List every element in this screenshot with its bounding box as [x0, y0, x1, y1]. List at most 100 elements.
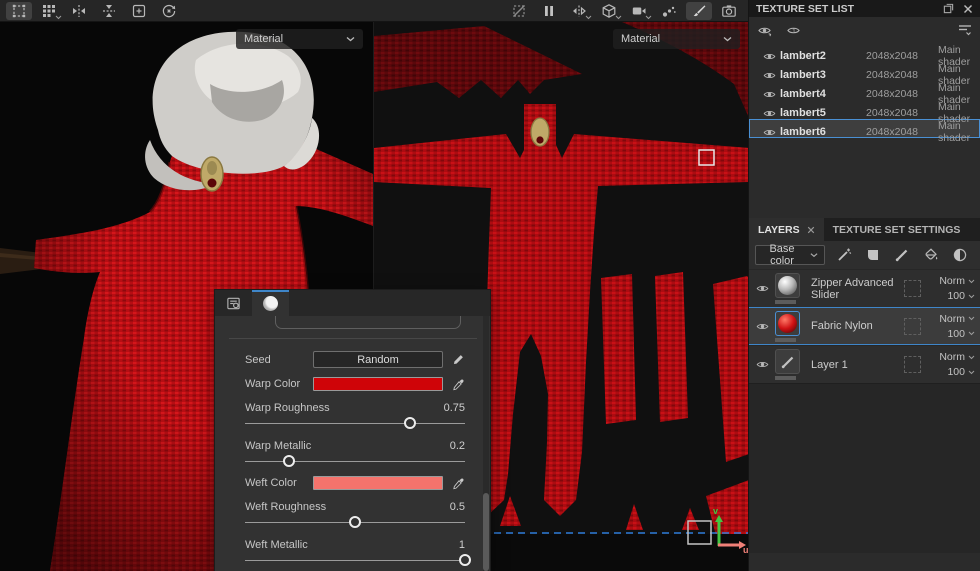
opacity-dropdown[interactable]: 100 [947, 290, 975, 302]
chevron-down-icon [585, 15, 592, 20]
bucket-fill-icon[interactable] [923, 247, 939, 263]
param-label: Weft Metallic [245, 539, 308, 551]
eye-icon[interactable] [758, 69, 780, 82]
texture-set-row-lambert4[interactable]: lambert4 2048x2048 Main shader [749, 81, 980, 106]
edit-pencil-icon[interactable] [443, 353, 465, 366]
warp-roughness-slider-handle[interactable] [404, 417, 416, 429]
refresh-visibility-icon[interactable] [757, 24, 772, 37]
paint-layer-icon[interactable] [894, 247, 910, 263]
seed-button[interactable]: Random [313, 351, 443, 368]
layer-content-bar [775, 337, 796, 342]
list-filter-icon[interactable] [958, 24, 972, 36]
layer-mask-slot[interactable] [904, 317, 921, 335]
solo-visibility-icon[interactable]: 1 [786, 24, 801, 37]
particle-brush-button[interactable] [656, 2, 682, 20]
adjustment-mask-icon[interactable] [952, 247, 968, 263]
symmetry-button[interactable] [566, 2, 592, 20]
warp-color-swatch[interactable] [313, 377, 443, 391]
material-mode-dropdown-2d[interactable]: Material [613, 29, 740, 49]
blend-mode-dropdown[interactable]: Norm [939, 275, 975, 287]
param-value: 1 [458, 539, 465, 551]
close-panel-icon[interactable] [963, 4, 973, 14]
blend-mode-dropdown[interactable]: Norm [939, 351, 975, 363]
eye-icon[interactable] [758, 50, 780, 63]
tiling-grid-button[interactable] [36, 2, 62, 20]
texture-set-resolution: 2048x2048 [866, 88, 918, 100]
properties-scrollbar[interactable] [483, 316, 489, 571]
texture-set-row-lambert6[interactable]: lambert6 2048x2048 Main shader [749, 119, 980, 144]
eye-icon[interactable] [758, 107, 780, 120]
scrollbar-thumb[interactable] [483, 493, 489, 571]
texture-set-list-title: TEXTURE SET LIST [756, 2, 855, 15]
eyedropper-icon[interactable] [443, 378, 465, 391]
material-mode-dropdown[interactable]: Material [236, 29, 363, 49]
eye-icon[interactable] [755, 282, 770, 295]
param-label: Warp Metallic [245, 440, 312, 452]
layer-thumbnail-sphere-red [775, 310, 800, 336]
eye-icon[interactable] [755, 358, 770, 371]
layer-mask-slot[interactable] [904, 280, 921, 297]
texture-set-shader: Main shader [938, 120, 971, 144]
texture-set-name: lambert6 [780, 126, 826, 138]
pause-icon [541, 3, 557, 19]
reset-rotation-button[interactable] [156, 2, 182, 20]
texture-set-row-lambert5[interactable]: lambert5 2048x2048 Main shader [749, 100, 980, 125]
material-sphere-icon [263, 295, 278, 311]
pause-button[interactable] [536, 2, 562, 20]
opacity-dropdown[interactable]: 100 [947, 366, 975, 378]
layer-row-layer-1[interactable]: Layer 1 Norm 100 [749, 345, 980, 383]
texture-set-resolution: 2048x2048 [866, 126, 918, 138]
texture-set-row-lambert3[interactable]: lambert3 2048x2048 Main shader [749, 62, 980, 87]
slider-track[interactable] [245, 423, 465, 424]
eye-icon[interactable] [758, 126, 780, 139]
eye-icon[interactable] [755, 320, 770, 333]
tab-material-sphere[interactable] [252, 290, 289, 316]
texture-set-resolution: 2048x2048 [866, 107, 918, 119]
tab-texture-set-settings[interactable]: TEXTURE SET SETTINGS [824, 218, 970, 241]
selection-disabled-button[interactable] [506, 2, 532, 20]
marquee-select-button[interactable] [6, 1, 32, 20]
material-mode-label: Material [244, 33, 284, 45]
slider-track[interactable] [245, 560, 465, 561]
tab-layers[interactable]: LAYERS [749, 218, 824, 241]
chevron-down-icon [810, 252, 818, 258]
mirror-vertical-button[interactable] [96, 2, 122, 20]
texturing-app-window: Material v u Material Seed Random Warp C… [0, 0, 980, 571]
uv-zipper [530, 117, 550, 147]
weft-metallic-slider-handle[interactable] [459, 554, 471, 566]
mirror-vertical-icon [101, 3, 117, 19]
param-row-warp-roughness: Warp Roughness 0.75 [245, 400, 465, 431]
paint-brush-button[interactable] [686, 1, 712, 20]
param-row-weft-roughness: Weft Roughness 0.5 [245, 499, 465, 530]
weft-roughness-slider-handle[interactable] [349, 516, 361, 528]
camera-mode-button[interactable] [626, 2, 652, 20]
eyedropper-icon[interactable] [443, 477, 465, 490]
blend-mode-value: Norm [939, 312, 965, 325]
blend-mode-dropdown[interactable]: Norm [939, 313, 975, 325]
undock-panel-icon[interactable] [943, 3, 954, 14]
layer-row-zipper-advanced-slider[interactable]: Zipper Advanced Slider Norm 100 [749, 269, 980, 307]
slider-track[interactable] [245, 461, 465, 462]
channel-filter-dropdown[interactable]: Base color [755, 243, 825, 267]
close-tab-icon[interactable] [807, 226, 815, 234]
tab-properties[interactable] [215, 290, 252, 316]
param-value: 0.2 [449, 440, 465, 452]
layer-mask-slot[interactable] [904, 356, 921, 373]
layer-name: Zipper Advanced Slider [811, 276, 894, 301]
display-mode-cube-button[interactable] [596, 2, 622, 20]
opacity-dropdown[interactable]: 100 [947, 328, 975, 340]
eye-icon[interactable] [758, 88, 780, 101]
smart-material-wand-icon[interactable] [836, 247, 852, 263]
texture-set-row-lambert2[interactable]: lambert2 2048x2048 Main shader [749, 43, 980, 68]
layer-row-fabric-nylon[interactable]: Fabric Nylon Norm 100 [749, 307, 980, 345]
weft-color-swatch[interactable] [313, 476, 443, 490]
selection-disabled-icon [511, 3, 527, 19]
screenshot-camera-button[interactable] [716, 2, 742, 20]
svg-text:1: 1 [792, 27, 796, 34]
frame-selection-button[interactable] [126, 2, 152, 20]
fill-layer-icon[interactable] [865, 247, 881, 263]
layer-content-bar [775, 300, 796, 304]
warp-metallic-slider-handle[interactable] [283, 455, 295, 467]
mirror-horizontal-button[interactable] [66, 2, 92, 20]
texture-set-name: lambert4 [780, 88, 826, 100]
